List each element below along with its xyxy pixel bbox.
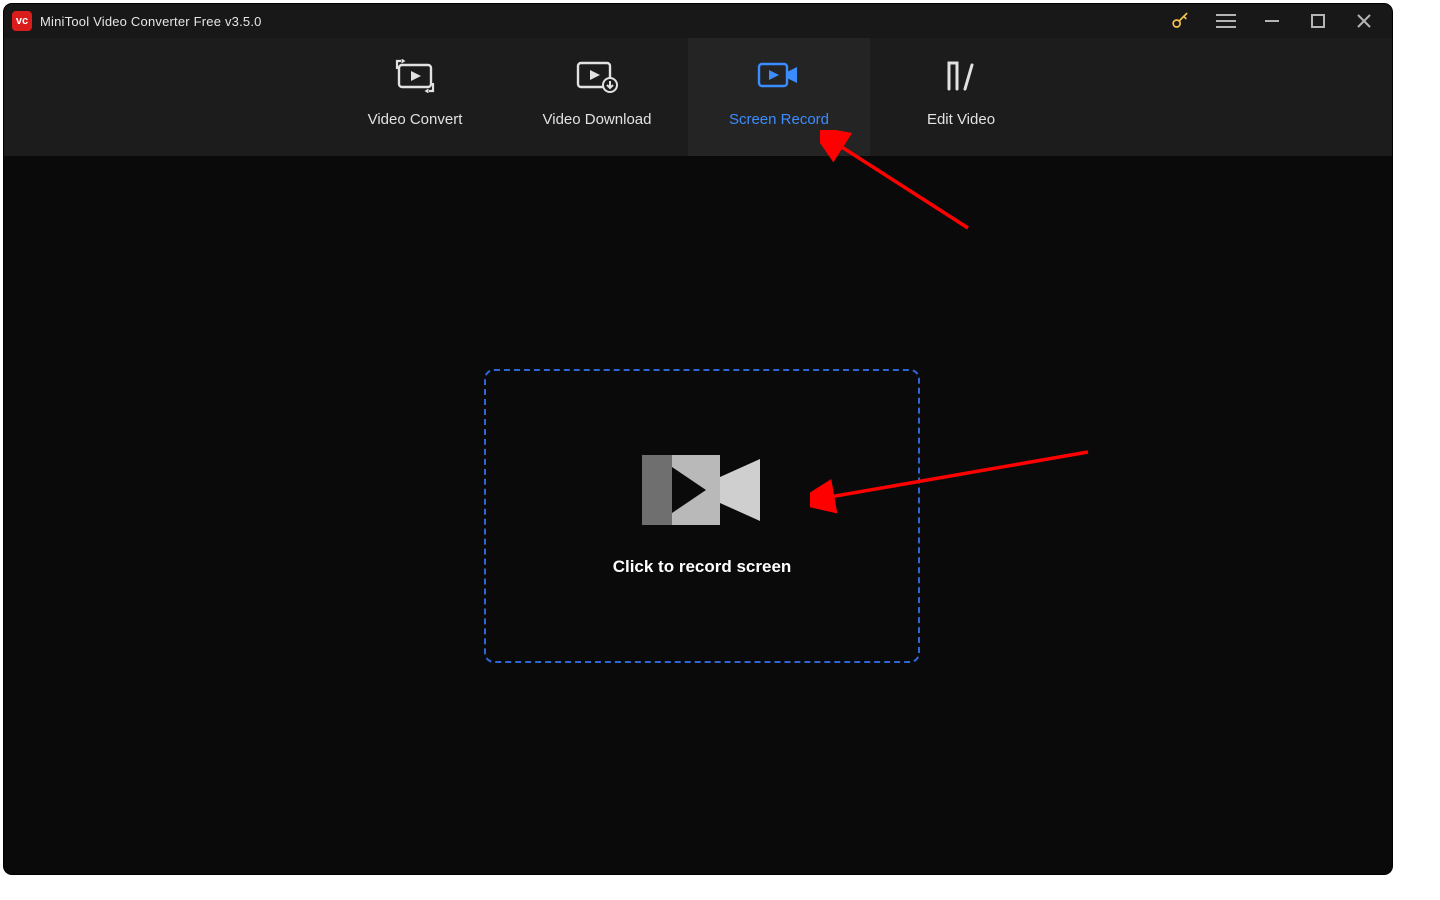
tab-video-download[interactable]: Video Download [506, 38, 688, 156]
tab-label: Edit Video [927, 111, 995, 128]
edit-video-icon [943, 59, 979, 93]
tab-edit-video[interactable]: Edit Video [870, 38, 1052, 156]
main-content: Click to record screen [4, 156, 1392, 874]
window-controls [1158, 4, 1386, 38]
key-icon[interactable] [1158, 4, 1202, 38]
tab-label: Video Convert [368, 111, 463, 128]
titlebar: vc MiniTool Video Converter Free v3.5.0 [4, 4, 1392, 38]
minimize-button[interactable] [1250, 4, 1294, 38]
app-logo-icon: vc [12, 11, 32, 31]
main-toolbar: Video Convert Video Download [4, 38, 1392, 156]
download-icon [575, 59, 619, 93]
screen-record-icon [757, 59, 801, 93]
close-button[interactable] [1342, 4, 1386, 38]
record-prompt-label: Click to record screen [613, 557, 792, 577]
app-window: vc MiniTool Video Converter Free v3.5.0 [4, 4, 1392, 874]
tab-video-convert[interactable]: Video Convert [324, 38, 506, 156]
convert-icon [395, 59, 435, 93]
tab-label: Screen Record [729, 111, 829, 128]
hamburger-menu-icon[interactable] [1204, 4, 1248, 38]
maximize-button[interactable] [1296, 4, 1340, 38]
tab-label: Video Download [543, 111, 652, 128]
app-title: MiniTool Video Converter Free v3.5.0 [40, 14, 262, 29]
camera-icon [642, 455, 762, 525]
tab-screen-record[interactable]: Screen Record [688, 38, 870, 156]
record-screen-button[interactable]: Click to record screen [484, 369, 920, 663]
